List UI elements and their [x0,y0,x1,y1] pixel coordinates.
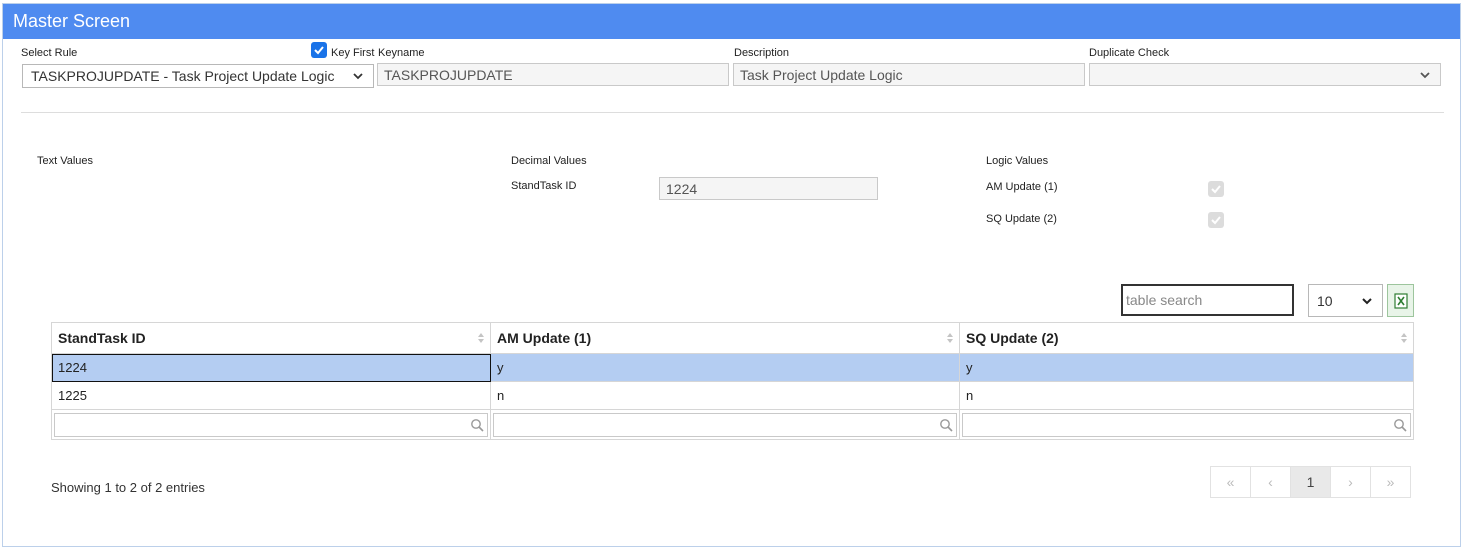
description-field[interactable]: Task Project Update Logic [733,63,1085,86]
am-update-label: AM Update (1) [986,181,1058,193]
chevron-down-icon [353,73,363,80]
chevron-down-icon [1362,297,1372,304]
table-cell[interactable]: 1224 [51,353,491,382]
excel-export-button[interactable] [1387,284,1414,317]
table-row[interactable]: 1225 n n [51,381,1414,410]
sort-icon [478,333,484,343]
table-cell[interactable]: y [959,353,1414,382]
key-first-checkbox[interactable] [311,42,327,58]
data-table: StandTask ID AM Update (1) SQ Update (2)… [51,322,1414,440]
page-current-button[interactable]: 1 [1290,466,1331,498]
logic-values-label: Logic Values [986,155,1049,167]
description-label: Description [734,47,790,59]
checkmark-icon [1211,185,1221,194]
page-first-button[interactable]: « [1210,466,1251,498]
column-header-am-update[interactable]: AM Update (1) [490,322,960,354]
duplicate-check-dropdown[interactable] [1089,63,1441,86]
window-title: Master Screen [3,4,1460,39]
chevron-down-icon [1420,71,1430,78]
sq-update-label: SQ Update (2) [986,213,1057,225]
filter-row [51,409,1414,440]
column-header-label: StandTask ID [58,330,146,346]
filter-cell [959,409,1414,440]
search-icon [940,418,953,432]
standtask-id-field[interactable]: 1224 [659,177,878,200]
search-icon [1394,418,1407,432]
key-first-label: Key First [331,47,375,59]
page-size-select[interactable]: 10 [1308,284,1383,317]
checkmark-icon [314,46,324,55]
table-header-row: StandTask ID AM Update (1) SQ Update (2) [51,322,1414,354]
select-rule-dropdown[interactable]: TASKPROJUPDATE - Task Project Update Log… [22,64,374,88]
page-prev-button[interactable]: ‹ [1250,466,1291,498]
keyname-field[interactable]: TASKPROJUPDATE [377,63,729,86]
column-filter-input[interactable] [54,412,488,437]
column-filter-input[interactable] [962,412,1411,437]
sq-update-checkbox[interactable] [1208,212,1224,228]
text-values-label: Text Values [37,155,94,167]
table-row[interactable]: 1224 y y [51,353,1414,382]
pagination: « ‹ 1 › » [1210,466,1411,498]
column-filter-input[interactable] [493,412,957,437]
page-size-value: 10 [1317,292,1333,309]
sort-icon [947,333,953,343]
table-search-input[interactable]: table search [1121,284,1294,316]
table-info: Showing 1 to 2 of 2 entries [51,480,205,495]
keyname-label: Keyname [378,47,425,59]
page-last-button[interactable]: » [1370,466,1411,498]
duplicate-check-label: Duplicate Check [1089,47,1170,59]
excel-export-icon [1393,292,1408,309]
am-update-checkbox[interactable] [1208,181,1224,197]
column-header-standtask[interactable]: StandTask ID [51,322,491,354]
decimal-values-label: Decimal Values [511,155,587,167]
column-header-sq-update[interactable]: SQ Update (2) [959,322,1414,354]
table-cell[interactable]: 1225 [51,381,491,410]
filter-cell [51,409,491,440]
table-cell[interactable]: n [490,381,960,410]
master-screen-panel: Master Screen Select Rule TASKPROJUPDATE… [2,3,1461,547]
page-next-button[interactable]: › [1330,466,1371,498]
filter-cell [490,409,960,440]
standtask-id-label: StandTask ID [511,180,577,192]
section-divider [21,112,1444,113]
select-rule-label: Select Rule [21,47,78,59]
search-icon [471,418,484,432]
select-rule-value: TASKPROJUPDATE - Task Project Update Log… [31,68,335,84]
table-cell[interactable]: n [959,381,1414,410]
column-header-label: AM Update (1) [497,330,592,346]
table-cell[interactable]: y [490,353,960,382]
checkmark-icon [1211,216,1221,225]
column-header-label: SQ Update (2) [966,330,1059,346]
sort-icon [1401,333,1407,343]
